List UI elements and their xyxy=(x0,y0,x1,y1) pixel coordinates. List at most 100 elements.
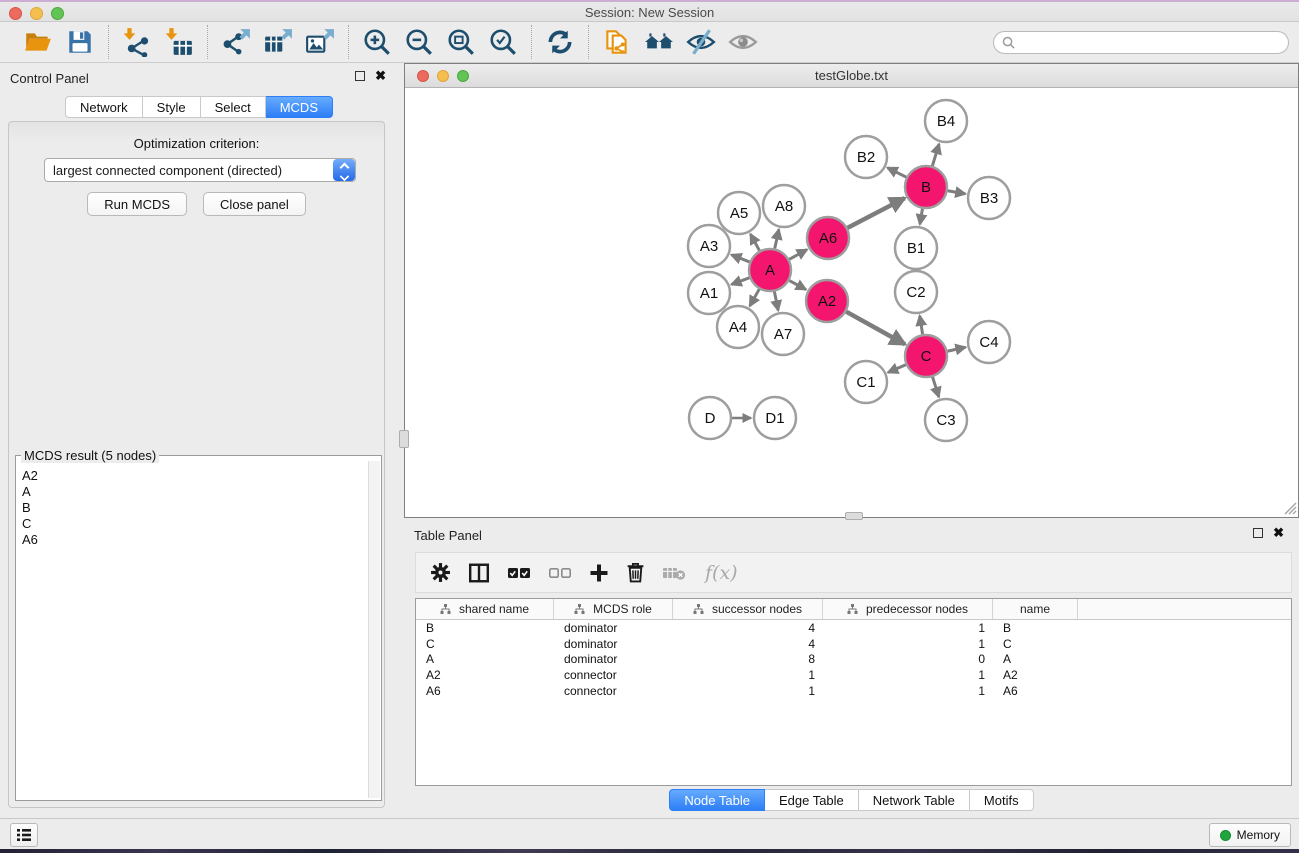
node-table[interactable]: shared nameMCDS rolesuccessor nodesprede… xyxy=(415,598,1292,786)
memory-button[interactable]: Memory xyxy=(1209,823,1291,847)
tab-edge-table[interactable]: Edge Table xyxy=(765,789,859,811)
node-A8[interactable]: A8 xyxy=(763,185,805,227)
zoom-in-icon[interactable] xyxy=(361,26,393,58)
edge-C-C2[interactable] xyxy=(920,316,923,335)
edge-A-A3[interactable] xyxy=(731,255,749,262)
edge-A6-B[interactable] xyxy=(848,198,905,228)
hide-eye-icon[interactable] xyxy=(685,26,717,58)
column-header-predecessor-nodes[interactable]: predecessor nodes xyxy=(823,599,993,619)
table-cell[interactable]: dominator xyxy=(554,652,673,666)
node-A1[interactable]: A1 xyxy=(688,272,730,314)
tab-motifs[interactable]: Motifs xyxy=(970,789,1034,811)
float-table-panel-icon[interactable] xyxy=(1253,528,1263,538)
edge-A-A6[interactable] xyxy=(789,250,807,260)
tab-mcds[interactable]: MCDS xyxy=(266,96,333,118)
table-cell[interactable]: A xyxy=(993,652,1078,666)
edge-C-C4[interactable] xyxy=(947,347,965,351)
export-image-icon[interactable] xyxy=(304,26,336,58)
table-cell[interactable]: 4 xyxy=(673,621,823,635)
show-columns-icon[interactable] xyxy=(468,562,490,584)
network-canvas[interactable]: B4B2BB3A8A5A6A3B1AA1C2A2A4A7C4CC1C3DD1 xyxy=(405,88,1298,516)
table-cell[interactable]: 1 xyxy=(673,684,823,698)
unselect-all-columns-icon[interactable] xyxy=(548,566,572,580)
node-A[interactable]: A xyxy=(749,249,791,291)
result-item[interactable]: A2 xyxy=(22,468,368,484)
node-C[interactable]: C xyxy=(905,335,947,377)
tab-select[interactable]: Select xyxy=(201,96,266,118)
show-eye-icon[interactable] xyxy=(727,26,759,58)
edge-A-A2[interactable] xyxy=(789,281,806,290)
resize-grip-icon[interactable] xyxy=(1282,500,1297,515)
table-cell[interactable]: connector xyxy=(554,684,673,698)
result-scrollbar[interactable] xyxy=(368,461,380,798)
float-panel-icon[interactable] xyxy=(355,71,365,81)
table-cell[interactable]: B xyxy=(416,621,554,635)
result-item[interactable]: A xyxy=(22,484,368,500)
search-field[interactable] xyxy=(993,31,1289,54)
node-A3[interactable]: A3 xyxy=(688,225,730,267)
refresh-icon[interactable] xyxy=(544,26,576,58)
tab-node-table[interactable]: Node Table xyxy=(669,789,765,811)
search-input[interactable] xyxy=(1015,36,1288,50)
edge-A-A7[interactable] xyxy=(774,292,778,311)
network-graph[interactable]: B4B2BB3A8A5A6A3B1AA1C2A2A4A7C4CC1C3DD1 xyxy=(405,88,1298,516)
node-C1[interactable]: C1 xyxy=(845,361,887,403)
close-table-panel-icon[interactable]: ✖ xyxy=(1273,528,1284,538)
table-cell[interactable]: A2 xyxy=(416,668,554,682)
node-D[interactable]: D xyxy=(689,397,731,439)
table-cell[interactable]: connector xyxy=(554,668,673,682)
close-panel-button[interactable]: Close panel xyxy=(203,192,306,216)
export-network-icon[interactable] xyxy=(220,26,252,58)
select-all-columns-icon[interactable] xyxy=(507,566,531,580)
edge-C-C3[interactable] xyxy=(933,377,939,397)
table-cell[interactable]: 1 xyxy=(823,684,993,698)
canvas-left-grip[interactable] xyxy=(399,430,409,448)
mcds-result-list[interactable]: A2ABCA6 xyxy=(16,462,368,798)
edge-A2-C[interactable] xyxy=(846,312,905,345)
table-cell[interactable]: B xyxy=(993,621,1078,635)
edge-B-B3[interactable] xyxy=(948,191,966,194)
canvas-bottom-grip[interactable] xyxy=(845,512,863,520)
table-cell[interactable]: 1 xyxy=(823,637,993,651)
export-table-icon[interactable] xyxy=(262,26,294,58)
table-cell[interactable]: dominator xyxy=(554,637,673,651)
edge-A-A4[interactable] xyxy=(750,289,759,306)
first-neighbors-icon[interactable] xyxy=(643,26,675,58)
zoom-selected-icon[interactable] xyxy=(487,26,519,58)
edge-C-C1[interactable] xyxy=(888,365,906,373)
edge-B-B4[interactable] xyxy=(932,144,939,166)
table-cell[interactable]: C xyxy=(993,637,1078,651)
table-cell[interactable]: A6 xyxy=(416,684,554,698)
table-cell[interactable]: A6 xyxy=(993,684,1078,698)
node-B2[interactable]: B2 xyxy=(845,136,887,178)
node-A5[interactable]: A5 xyxy=(718,192,760,234)
run-mcds-button[interactable]: Run MCDS xyxy=(87,192,187,216)
tab-network-table[interactable]: Network Table xyxy=(859,789,970,811)
table-settings-gear-icon[interactable] xyxy=(430,562,451,583)
column-header-shared-name[interactable]: shared name xyxy=(416,599,554,619)
table-cell[interactable]: A2 xyxy=(993,668,1078,682)
edge-A-A5[interactable] xyxy=(750,234,759,251)
column-header-successor-nodes[interactable]: successor nodes xyxy=(673,599,823,619)
create-column-plus-icon[interactable] xyxy=(589,563,609,583)
import-network-icon[interactable] xyxy=(121,26,153,58)
table-row[interactable]: Cdominator41C xyxy=(416,636,1291,652)
network-window-titlebar[interactable]: testGlobe.txt xyxy=(405,64,1298,88)
node-A6[interactable]: A6 xyxy=(807,217,849,259)
tab-style[interactable]: Style xyxy=(143,96,201,118)
table-cell[interactable]: 0 xyxy=(823,652,993,666)
table-cell[interactable]: dominator xyxy=(554,621,673,635)
table-cell[interactable]: 4 xyxy=(673,637,823,651)
table-cell[interactable]: C xyxy=(416,637,554,651)
zoom-out-icon[interactable] xyxy=(403,26,435,58)
delete-table-icon[interactable] xyxy=(662,565,686,581)
edge-A-A8[interactable] xyxy=(775,229,779,248)
table-cell[interactable]: 8 xyxy=(673,652,823,666)
column-header-name[interactable]: name xyxy=(993,599,1078,619)
save-session-icon[interactable] xyxy=(64,26,96,58)
function-builder-icon[interactable]: f(x) xyxy=(705,562,738,584)
table-cell[interactable]: 1 xyxy=(673,668,823,682)
table-row[interactable]: Bdominator41B xyxy=(416,620,1291,636)
delete-columns-trash-icon[interactable] xyxy=(626,562,645,583)
node-A4[interactable]: A4 xyxy=(717,306,759,348)
